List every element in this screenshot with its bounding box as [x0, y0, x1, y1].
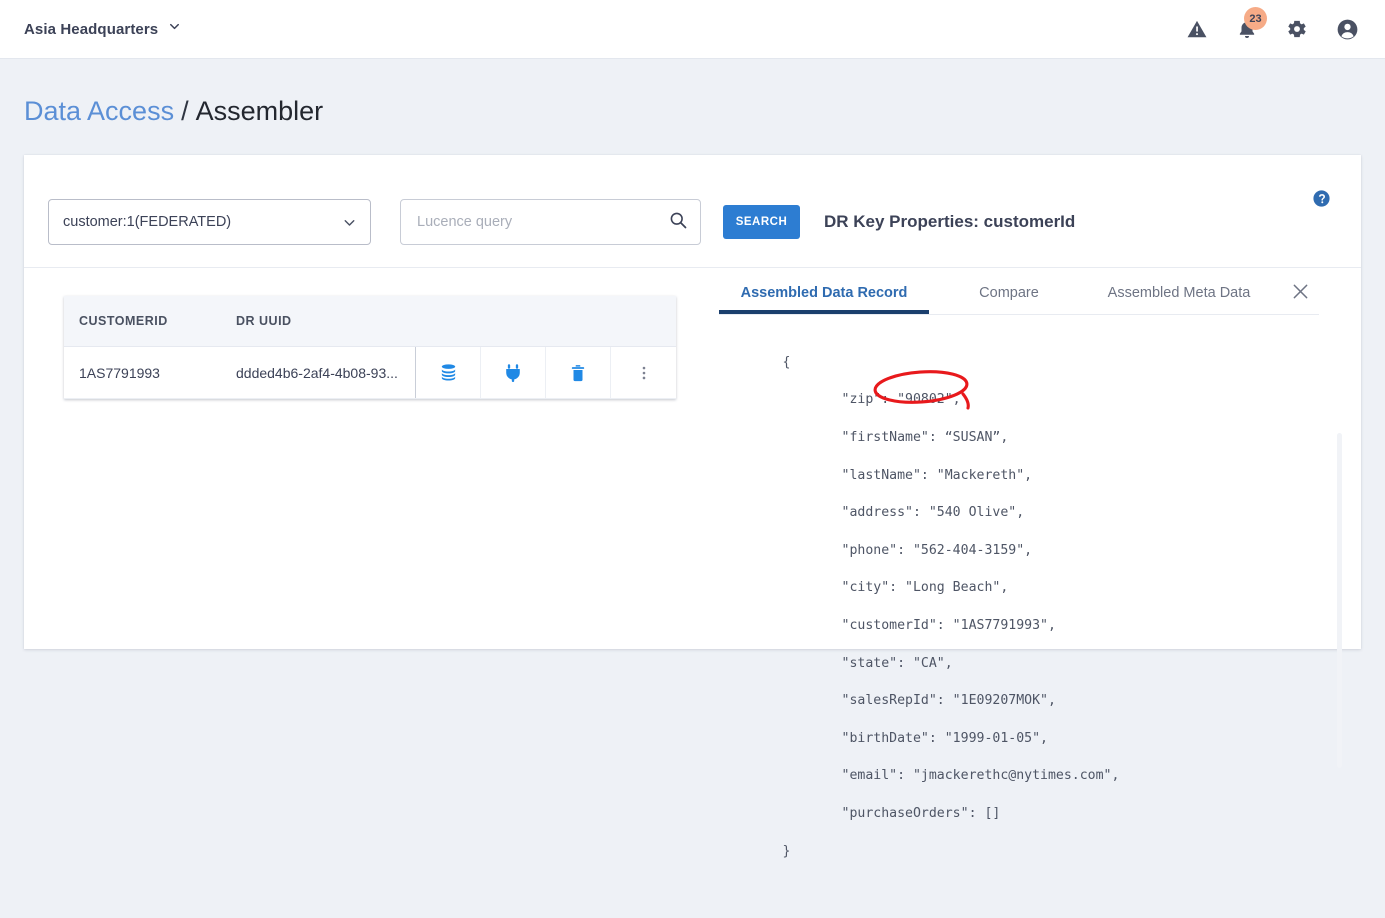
search-button[interactable]: SEARCH — [723, 205, 800, 239]
json-line-salesrepid: "salesRepId": "1E09207MOK", — [841, 693, 1056, 709]
lucene-query-field[interactable] — [400, 199, 701, 245]
dr-key-properties-label: DR Key Properties: customerId — [824, 212, 1076, 231]
cell-customerid: 1AS7791993 — [79, 364, 160, 381]
breadcrumb-link-data-access[interactable]: Data Access — [24, 96, 174, 127]
power-plug-icon[interactable] — [481, 347, 546, 398]
database-icon[interactable] — [416, 347, 481, 398]
data-source-select[interactable]: customer:1(FEDERATED) — [48, 199, 371, 245]
json-open-brace: { — [782, 354, 791, 370]
search-icon[interactable] — [668, 210, 688, 235]
json-line-address: "address": "540 Olive", — [841, 505, 1025, 521]
json-line-birthdate: "birthDate": "1999-01-05", — [841, 730, 1048, 746]
org-name: Asia Headquarters — [24, 20, 159, 38]
column-header-customerid: CUSTOMERID — [79, 314, 168, 328]
annotation-ellipse — [873, 370, 970, 410]
json-line-email: "email": "jmackerethc@nytimes.com", — [841, 768, 1120, 784]
json-line-lastname: "lastName": "Mackereth", — [841, 467, 1033, 483]
data-source-select-value: customer:1(FEDERATED) — [63, 214, 232, 230]
page-title: Assembler — [195, 96, 324, 126]
trash-icon[interactable] — [546, 347, 611, 398]
app-bar-actions: 23 — [1186, 7, 1359, 41]
json-line-state: "state": "CA", — [841, 655, 953, 671]
search-input[interactable] — [417, 214, 668, 230]
tab-compare[interactable]: Compare — [929, 285, 1089, 314]
table-row[interactable]: 1AS7791993 ddded4b6-2af4-4b08-93... — [64, 347, 676, 399]
breadcrumb: Data Access / Assembler — [24, 96, 323, 127]
chevron-down-icon — [341, 214, 358, 231]
results-table: CUSTOMERID DR UUID 1AS7791993 ddded4b6-2… — [64, 296, 676, 399]
json-line-phone: "phone": "562-404-3159", — [841, 542, 1033, 558]
json-close-brace: } — [782, 843, 791, 859]
app-bar: Asia Headquarters 23 — [0, 0, 1385, 59]
close-icon[interactable] — [1290, 281, 1311, 302]
assembler-card: customer:1(FEDERATED) SEARCH DR Key Prop… — [24, 155, 1361, 859]
bell-icon[interactable]: 23 — [1236, 7, 1267, 40]
org-switcher[interactable]: Asia Headquarters — [24, 19, 182, 39]
account-circle-icon[interactable] — [1336, 18, 1359, 41]
vertical-scrollbar[interactable] — [1337, 433, 1342, 768]
json-line-firstname: "firstName": “SUSAN”, — [841, 429, 1009, 445]
json-line-customerid: "customerId": "1AS7791993", — [841, 617, 1056, 633]
chevron-down-icon — [167, 19, 182, 39]
detail-panel: Assembled Data Record Compare Assembled … — [719, 268, 1319, 918]
search-toolbar: customer:1(FEDERATED) SEARCH DR Key Prop… — [24, 155, 1361, 268]
column-header-dr-uuid: DR UUID — [236, 314, 292, 328]
tab-assembled-meta-data[interactable]: Assembled Meta Data — [1089, 285, 1269, 314]
breadcrumb-separator: / — [181, 96, 189, 126]
tab-assembled-data-record[interactable]: Assembled Data Record — [719, 285, 929, 314]
warning-triangle-icon[interactable] — [1186, 18, 1208, 40]
notification-badge: 23 — [1244, 7, 1267, 30]
json-line-city: "city": "Long Beach", — [841, 580, 1009, 596]
assembled-data-record-json: { "zip": "90802", "firstName": “SUSAN”, … — [719, 335, 1319, 918]
gear-icon[interactable] — [1286, 18, 1308, 40]
detail-tabs: Assembled Data Record Compare Assembled … — [719, 268, 1319, 315]
results-area: CUSTOMERID DR UUID 1AS7791993 ddded4b6-2… — [24, 268, 1361, 859]
json-line-purchaseorders: "purchaseOrders": [] — [841, 805, 1001, 821]
json-line-zip: "zip": "90802", — [841, 392, 961, 408]
more-vertical-icon[interactable] — [611, 347, 676, 398]
help-circle-icon[interactable] — [1312, 189, 1331, 208]
row-actions — [416, 347, 676, 398]
table-header-row: CUSTOMERID DR UUID — [64, 296, 676, 347]
cell-dr-uuid: ddded4b6-2af4-4b08-93... — [224, 347, 416, 398]
